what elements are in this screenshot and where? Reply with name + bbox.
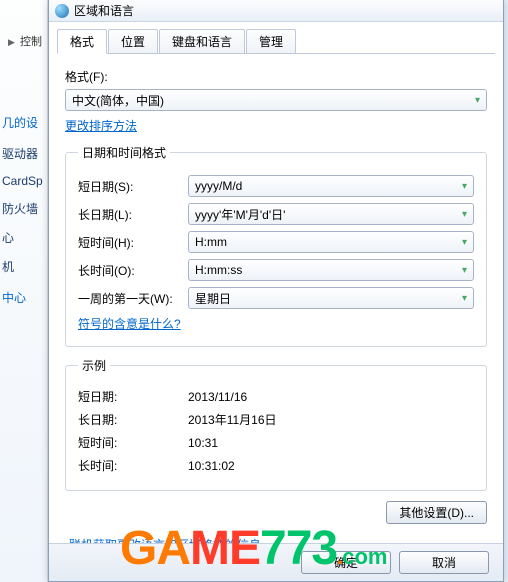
longtime-select[interactable]: H:mm:ss▾ bbox=[188, 259, 474, 281]
nav-item[interactable]: 中心 bbox=[2, 289, 46, 306]
breadcrumb-item: 控制 bbox=[20, 36, 42, 48]
firstday-label: 一周的第一天(W): bbox=[78, 290, 188, 307]
tab-divider bbox=[57, 53, 495, 54]
chevron-down-icon: ▾ bbox=[475, 95, 480, 106]
chevron-down-icon: ▾ bbox=[462, 293, 467, 304]
notation-help-link[interactable]: 符号的含意是什么? bbox=[78, 317, 181, 331]
region-language-dialog: 区域和语言 格式 位置 键盘和语言 管理 格式(F): 中文(简体，中国) ▾ … bbox=[48, 0, 504, 582]
nav-item[interactable]: 防火墙 bbox=[2, 200, 46, 217]
ex-longdate-label: 长日期: bbox=[78, 411, 188, 428]
ok-button[interactable]: 确定 bbox=[301, 551, 391, 574]
cancel-button[interactable]: 取消 bbox=[399, 551, 489, 574]
chevron-right-icon: ▶ bbox=[8, 37, 15, 47]
dialog-titlebar: 区域和语言 bbox=[49, 0, 503, 22]
longtime-label: 长时间(O): bbox=[78, 262, 188, 279]
tab-format[interactable]: 格式 bbox=[57, 29, 107, 54]
globe-icon bbox=[55, 4, 69, 18]
dialog-title: 区域和语言 bbox=[74, 2, 134, 19]
tab-location[interactable]: 位置 bbox=[108, 29, 158, 54]
nav-heading[interactable]: 几的设 bbox=[2, 114, 46, 131]
example-group: 示例 短日期:2013/11/16 长日期:2013年11月16日 短时间:10… bbox=[65, 357, 487, 491]
shortdate-select[interactable]: yyyy/M/d▾ bbox=[188, 175, 474, 197]
tab-admin[interactable]: 管理 bbox=[246, 29, 296, 54]
nav-item[interactable]: 机 bbox=[2, 258, 46, 275]
shortdate-label: 短日期(S): bbox=[78, 178, 188, 195]
tab-keyboard[interactable]: 键盘和语言 bbox=[159, 29, 245, 54]
chevron-down-icon: ▾ bbox=[462, 237, 467, 248]
ex-shorttime-value: 10:31 bbox=[188, 436, 474, 450]
format-label: 格式(F): bbox=[65, 68, 487, 85]
ex-shortdate-value: 2013/11/16 bbox=[188, 390, 474, 404]
longdate-select[interactable]: yyyy'年'M'月'd'日'▾ bbox=[188, 203, 474, 225]
chevron-down-icon: ▾ bbox=[462, 265, 467, 276]
ex-longdate-value: 2013年11月16日 bbox=[188, 411, 474, 428]
chevron-down-icon: ▾ bbox=[462, 181, 467, 192]
firstday-select[interactable]: 星期日▾ bbox=[188, 287, 474, 309]
ex-longtime-label: 长时间: bbox=[78, 457, 188, 474]
datetime-format-group: 日期和时间格式 短日期(S):yyyy/M/d▾ 长日期(L):yyyy'年'M… bbox=[65, 144, 487, 347]
ex-longtime-value: 10:31:02 bbox=[188, 459, 474, 473]
shorttime-select[interactable]: H:mm▾ bbox=[188, 231, 474, 253]
other-settings-button[interactable]: 其他设置(D)... bbox=[386, 501, 487, 524]
nav-item[interactable]: 驱动器 bbox=[2, 145, 46, 162]
change-sort-link[interactable]: 更改排序方法 bbox=[65, 119, 137, 133]
dialog-button-bar: 确定 取消 bbox=[49, 543, 503, 581]
ex-shorttime-label: 短时间: bbox=[78, 434, 188, 451]
nav-item[interactable]: 心 bbox=[2, 229, 46, 246]
tab-strip: 格式 位置 键盘和语言 管理 bbox=[49, 22, 503, 53]
ex-shortdate-label: 短日期: bbox=[78, 388, 188, 405]
left-nav: 几的设 驱动器 CardSp 防火墙 心 机 中心 bbox=[2, 100, 46, 320]
format-select[interactable]: 中文(简体，中国) ▾ bbox=[65, 89, 487, 111]
shorttime-label: 短时间(H): bbox=[78, 234, 188, 251]
nav-item[interactable]: CardSp bbox=[2, 174, 46, 188]
format-pane: 格式(F): 中文(简体，中国) ▾ 更改排序方法 日期和时间格式 短日期(S)… bbox=[49, 54, 503, 561]
format-value: 中文(简体，中国) bbox=[72, 92, 164, 109]
chevron-down-icon: ▾ bbox=[462, 209, 467, 220]
breadcrumb[interactable]: ▶ 控制 bbox=[6, 33, 42, 49]
datetime-legend: 日期和时间格式 bbox=[78, 144, 170, 161]
example-legend: 示例 bbox=[78, 357, 110, 374]
longdate-label: 长日期(L): bbox=[78, 206, 188, 223]
